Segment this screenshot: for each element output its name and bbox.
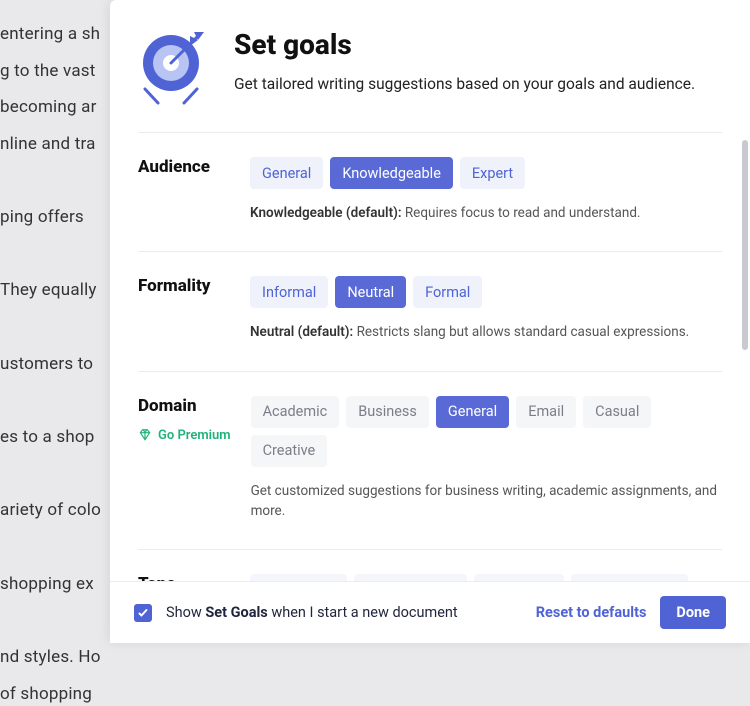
target-icon — [138, 28, 208, 108]
formality-option-neutral[interactable]: Neutral — [335, 276, 406, 308]
audience-options: GeneralKnowledgeableExpert — [250, 157, 722, 189]
formality-option-informal[interactable]: Informal — [250, 276, 328, 308]
reset-to-defaults-button[interactable]: Reset to defaults — [536, 604, 647, 621]
domain-option-business[interactable]: Business — [346, 396, 429, 428]
audience-option-knowledgeable[interactable]: Knowledgeable — [330, 157, 453, 189]
modal-scroll-area: Set goals Get tailored writing suggestio… — [110, 0, 750, 581]
show-on-new-doc-label: Show Set Goals when I start a new docume… — [166, 604, 458, 621]
formality-description: Neutral (default): Restricts slang but a… — [250, 322, 722, 342]
section-domain: Domain Go Premium AcademicBusinessGenera… — [138, 371, 722, 550]
tone-options: 😐 Neutral 🤝 Confident 😀 Joyful ✌️ Optimisti… — [250, 574, 722, 581]
domain-options: AcademicBusinessGeneralEmailCasual Creati… — [251, 396, 722, 467]
domain-option-general[interactable]: General — [436, 396, 509, 428]
tone-option-neutral[interactable]: 😐 Neutral — [250, 574, 347, 581]
modal-header: Set goals Get tailored writing suggestio… — [138, 0, 722, 132]
section-label-audience: Audience — [138, 157, 230, 177]
domain-option-creative[interactable]: Creative — [251, 435, 328, 467]
domain-option-casual[interactable]: Casual — [583, 396, 651, 428]
check-icon — [137, 607, 149, 619]
scrollbar-thumb[interactable] — [742, 140, 748, 350]
formality-option-formal[interactable]: Formal — [413, 276, 482, 308]
set-goals-modal: Set goals Get tailored writing suggestio… — [110, 0, 750, 643]
tone-option-joyful[interactable]: 😀 Joyful — [474, 574, 564, 581]
modal-subtitle: Get tailored writing suggestions based o… — [234, 75, 695, 93]
domain-option-academic[interactable]: Academic — [251, 396, 340, 428]
audience-description: Knowledgeable (default): Requires focus … — [250, 203, 722, 223]
section-formality: Formality InformalNeutralFormal Neutral … — [138, 251, 722, 370]
domain-option-email[interactable]: Email — [516, 396, 576, 428]
formality-options: InformalNeutralFormal — [250, 276, 722, 308]
modal-footer: Show Set Goals when I start a new docume… — [110, 581, 750, 643]
audience-option-expert[interactable]: Expert — [460, 157, 525, 189]
section-label-domain: Domain — [138, 396, 230, 416]
domain-description: Get customized suggestions for business … — [251, 481, 722, 522]
tone-option-confident[interactable]: 🤝 Confident — [354, 574, 467, 581]
section-tone: Tone 😐 Neutral 🤝 Confident 😀 Joyful ✌️ Opti… — [138, 549, 722, 581]
section-label-tone: Tone — [138, 574, 230, 581]
diamond-icon — [138, 428, 152, 442]
done-button[interactable]: Done — [660, 596, 726, 629]
show-on-new-doc-checkbox[interactable] — [134, 604, 152, 622]
section-label-formality: Formality — [138, 276, 230, 296]
tone-option-optimistic[interactable]: ✌️ Optimistic — [571, 574, 688, 581]
audience-option-general[interactable]: General — [250, 157, 323, 189]
section-audience: Audience GeneralKnowledgeableExpert Know… — [138, 132, 722, 251]
modal-title: Set goals — [234, 28, 695, 61]
go-premium-link[interactable]: Go Premium — [138, 428, 231, 443]
